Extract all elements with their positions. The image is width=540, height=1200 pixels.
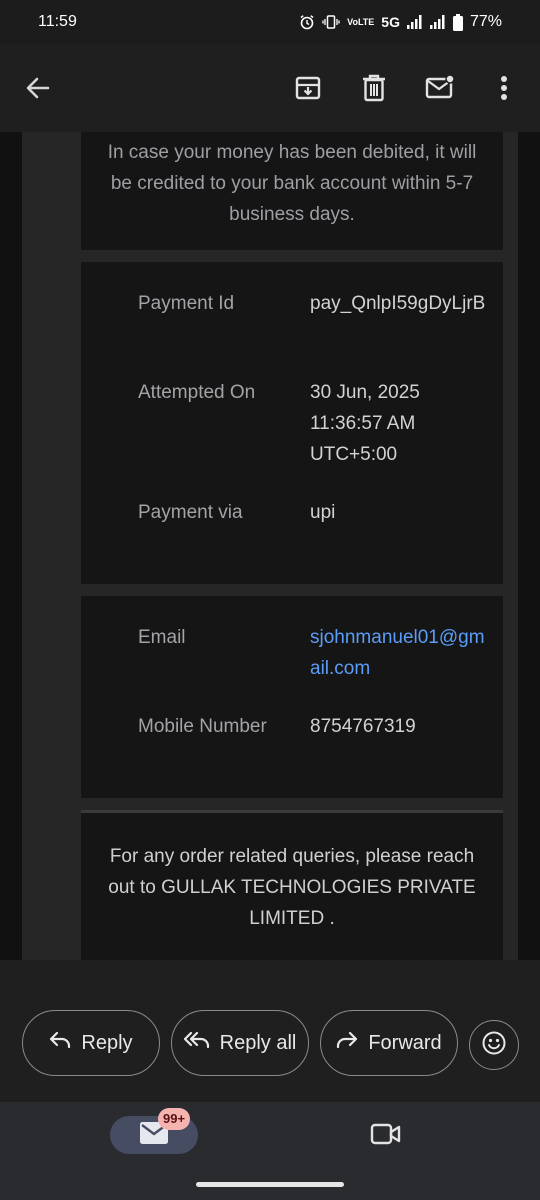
reply-button[interactable]: Reply — [22, 1010, 160, 1076]
volte-icon: VoLTE — [347, 16, 375, 27]
status-bar: 11:59 VoLTE 5G 77% — [0, 0, 540, 44]
reply-icon — [49, 1031, 71, 1055]
home-indicator[interactable] — [196, 1182, 344, 1187]
more-vert-icon[interactable] — [482, 66, 526, 110]
battery-percent: 77% — [469, 13, 502, 30]
bottom-navigation: 99+ — [0, 1102, 540, 1200]
email-html-container: In case your money has been debited, it … — [22, 132, 518, 960]
mark-unread-icon[interactable] — [418, 66, 462, 110]
reply-all-button[interactable]: Reply all — [171, 1010, 309, 1076]
status-time: 11:59 — [38, 13, 77, 30]
email-link[interactable]: sjohnmanuel01@gmail.com — [310, 622, 486, 684]
email-body[interactable]: In case your money has been debited, it … — [0, 132, 540, 960]
gmail-screen: 11:59 VoLTE 5G 77% In case your money ha… — [0, 0, 540, 1200]
payment-details-card: Payment Id pay_QnlpI59gDyLjrB Attempted … — [81, 262, 503, 584]
back-arrow-icon[interactable] — [16, 66, 60, 110]
emoji-icon — [481, 1030, 507, 1061]
video-camera-icon — [370, 1122, 402, 1151]
signal-icon — [429, 15, 446, 29]
mobile-number-value: 8754767319 — [310, 716, 416, 737]
forward-icon — [336, 1031, 358, 1055]
nav-meet-tab[interactable] — [366, 1118, 406, 1154]
delete-icon[interactable] — [352, 66, 396, 110]
forward-label: Forward — [368, 1031, 442, 1054]
reply-actions: Reply Reply all Forward — [0, 960, 540, 1102]
payment-id-label: Payment Id — [138, 293, 235, 314]
attempted-on-label: Attempted On — [138, 382, 256, 403]
archive-icon[interactable] — [286, 66, 330, 110]
queries-footer-text: For any order related queries, please re… — [108, 846, 476, 929]
reply-all-icon — [183, 1031, 210, 1055]
email-label: Email — [138, 627, 186, 648]
queries-footer-card: For any order related queries, please re… — [81, 810, 503, 960]
reply-all-label: Reply all — [219, 1031, 297, 1054]
payment-id-value: pay_QnlpI59gDyLjrB — [310, 293, 486, 314]
signal-icon — [406, 15, 423, 29]
payment-via-value: upi — [310, 502, 336, 523]
mobile-number-label: Mobile Number — [138, 716, 267, 737]
status-icons: VoLTE 5G 77% — [299, 13, 502, 31]
top-app-bar — [0, 44, 540, 132]
refund-notice-card: In case your money has been debited, it … — [81, 132, 503, 250]
vibrate-icon — [322, 15, 340, 29]
emoji-reaction-button[interactable] — [469, 1020, 519, 1070]
network-label: 5G — [381, 14, 400, 30]
reply-label: Reply — [81, 1031, 133, 1054]
refund-notice-text: In case your money has been debited, it … — [107, 142, 477, 225]
attempted-on-value: 30 Jun, 2025 11:36:57 AM UTC+5:00 — [310, 382, 420, 465]
alarm-icon — [299, 14, 315, 30]
payment-via-label: Payment via — [138, 502, 243, 523]
unread-count-badge: 99+ — [158, 1108, 191, 1130]
battery-icon — [452, 13, 463, 31]
forward-button[interactable]: Forward — [320, 1010, 458, 1076]
contact-details-card: Email sjohnmanuel01@gmail.com Mobile Num… — [81, 596, 503, 798]
